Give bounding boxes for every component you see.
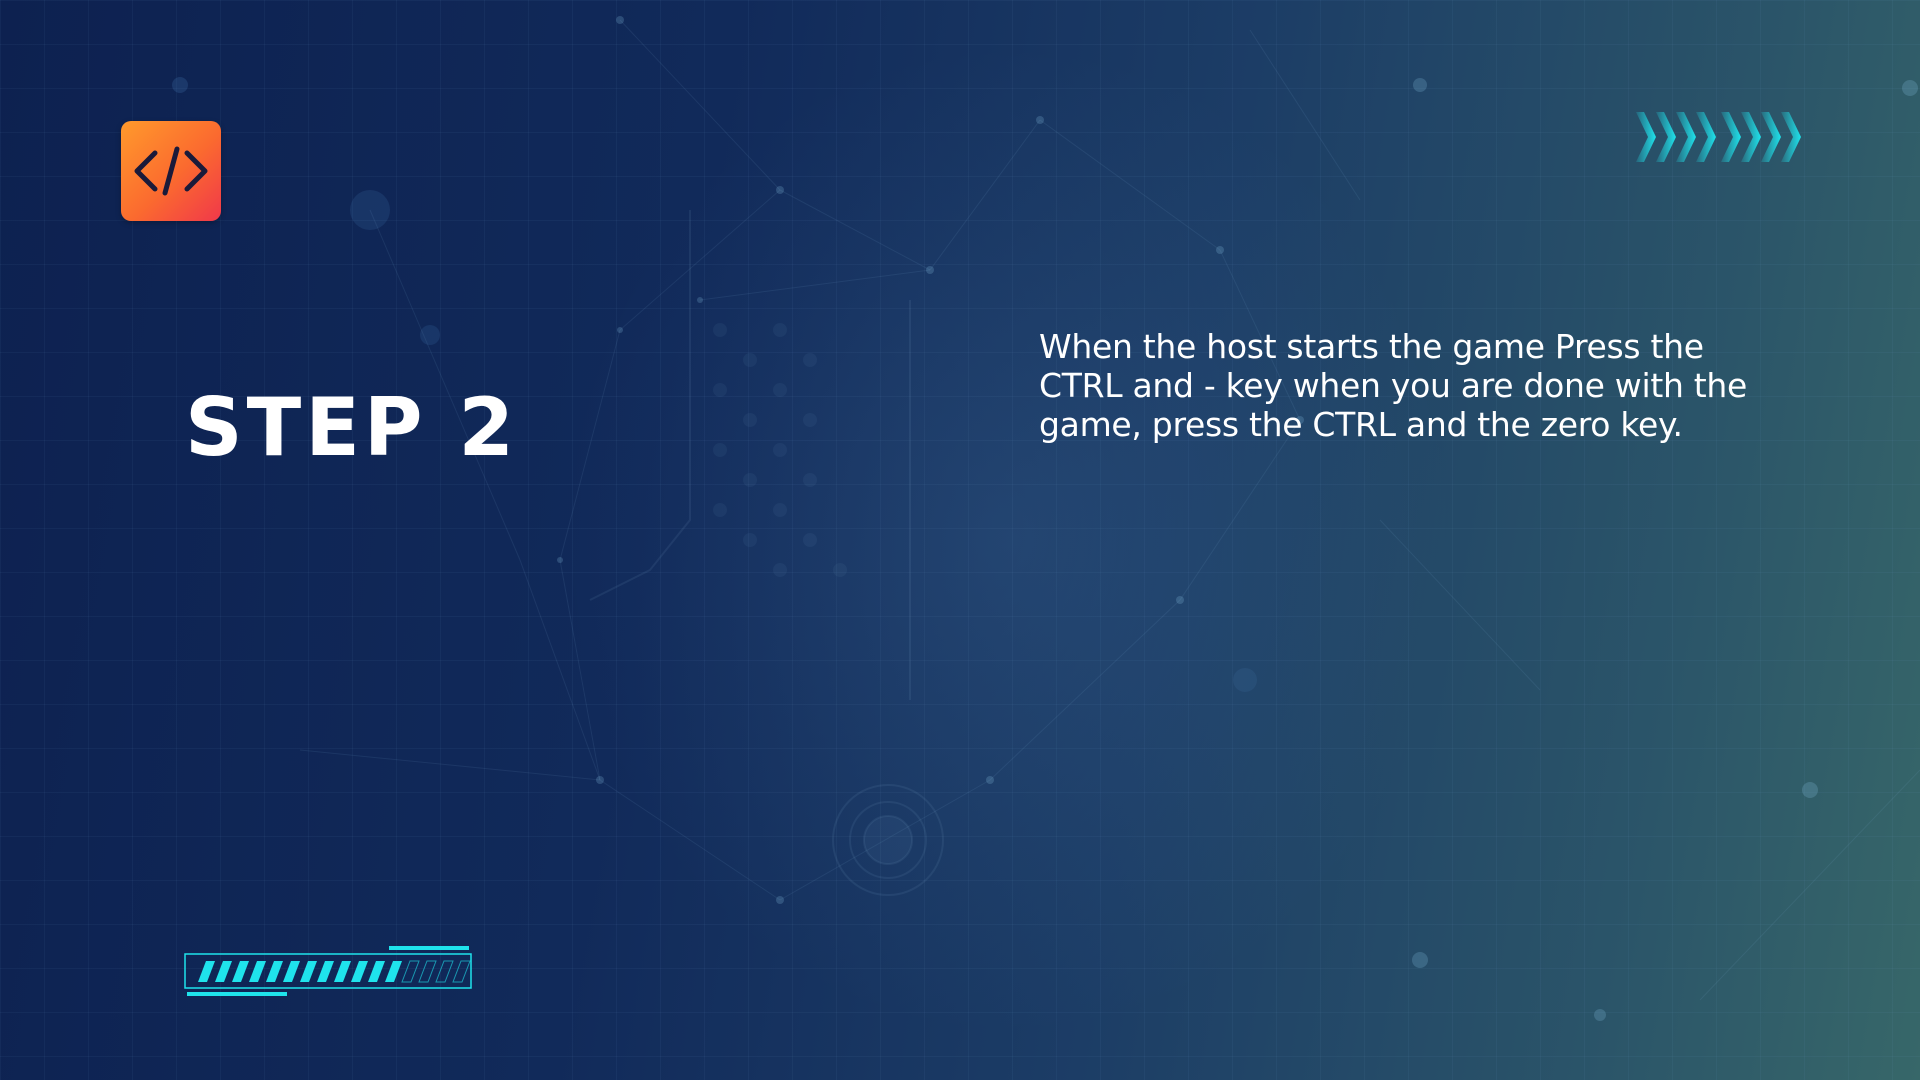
progress-segment — [283, 961, 300, 982]
progress-segment — [452, 960, 471, 983]
progress-segment — [435, 960, 454, 983]
progress-segment — [401, 960, 420, 983]
progress-segment — [232, 961, 249, 982]
background-network-art — [172, 16, 1920, 1021]
progress-segment — [368, 961, 385, 982]
progress-segment — [198, 961, 215, 982]
chevron-arrows-icon — [1636, 112, 1801, 162]
progress-segment — [418, 960, 437, 983]
code-logo — [121, 121, 221, 221]
progress-bar-icon — [184, 946, 472, 996]
progress-segment — [249, 961, 266, 982]
slide-title: STEP 2 — [185, 381, 518, 474]
progress-segment — [300, 961, 317, 982]
progress-segment — [215, 961, 232, 982]
code-brackets-icon — [134, 146, 208, 196]
progress-segment — [334, 961, 351, 982]
progress-segment — [351, 961, 368, 982]
progress-segment — [385, 961, 402, 982]
progress-segment — [317, 961, 334, 982]
slide-body-text: When the host starts the game Press the … — [1039, 327, 1748, 444]
progress-segment — [266, 961, 283, 982]
